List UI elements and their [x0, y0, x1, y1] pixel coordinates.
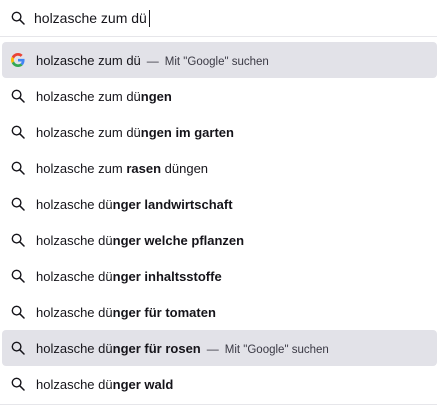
search-icon: [11, 377, 25, 391]
suggestion-row[interactable]: holzasche dünger landwirtschaft: [2, 186, 437, 222]
suggestion-completion: rasen: [126, 160, 162, 176]
search-bar[interactable]: holzasche zum dü: [0, 0, 437, 37]
google-icon: [11, 53, 25, 67]
suggestion-text: holzasche dünger landwirtschaft: [36, 197, 437, 212]
search-icon: [11, 269, 25, 283]
suggestion-completion: nger für rosen: [112, 340, 201, 356]
suggestion-text: holzasche zum düngen im garten: [36, 125, 437, 140]
search-icon: [11, 305, 25, 319]
suggestion-completion: nger inhaltsstoffe: [112, 268, 222, 284]
suggestion-prefix: holzasche dü: [36, 304, 113, 320]
suggestion-row[interactable]: holzasche dünger wald: [2, 366, 437, 402]
search-icon: [11, 89, 25, 103]
suggestion-list: holzasche zum dü — Mit "Google" suchen holz…: [0, 42, 437, 402]
search-icon: [11, 341, 25, 355]
suggestion-prefix: holzasche dü: [36, 232, 113, 248]
suggestion-completion: nger landwirtschaft: [112, 196, 233, 212]
suggestion-completion: ngen: [140, 88, 172, 104]
suggestion-completion: nger welche pflanzen: [112, 232, 245, 248]
suggestion-row[interactable]: holzasche zum dü — Mit "Google" suchen: [2, 42, 437, 78]
suggestion-text: holzasche dünger für tomaten: [36, 305, 437, 320]
search-icon: [11, 11, 25, 25]
suggestion-completion: nger wald: [112, 376, 174, 392]
action-separator: —: [146, 53, 159, 68]
suggestion-text: holzasche dünger für rosen — Mit "Google" …: [36, 341, 437, 356]
suggestion-text: holzasche dünger wald: [36, 377, 437, 392]
suggestion-prefix: holzasche dü: [36, 340, 113, 356]
suggestion-completion: ngen im garten: [140, 124, 234, 140]
suggestion-completion: nger für tomaten: [112, 304, 216, 320]
suggestion-row[interactable]: holzasche dünger für rosen — Mit "Google" …: [2, 330, 437, 366]
divider: [0, 404, 437, 405]
suggestion-prefix: holzasche dü: [36, 196, 113, 212]
suggestion-row[interactable]: holzasche zum düngen: [2, 78, 437, 114]
search-input[interactable]: holzasche zum dü: [34, 10, 147, 26]
search-with-google-label: Mit "Google" suchen: [164, 55, 269, 68]
suggestion-prefix: holzasche zum dü: [36, 52, 141, 68]
text-caret: [148, 9, 150, 27]
suggestion-row[interactable]: holzasche dünger für tomaten: [2, 294, 437, 330]
suggestion-prefix: holzasche zum dü: [36, 124, 141, 140]
suggestion-text: holzasche zum dü — Mit "Google" suchen: [36, 53, 437, 68]
suggestion-text: holzasche dünger welche pflanzen: [36, 233, 437, 248]
suggestion-row[interactable]: holzasche zum rasen düngen: [2, 150, 437, 186]
search-icon: [11, 125, 25, 139]
suggestion-suffix: düngen: [161, 160, 209, 176]
suggestion-prefix: holzasche dü: [36, 376, 113, 392]
suggestion-text: holzasche dünger inhaltsstoffe: [36, 269, 437, 284]
suggestion-row[interactable]: holzasche zum düngen im garten: [2, 114, 437, 150]
search-with-google-label: Mit "Google" suchen: [224, 343, 329, 356]
search-icon: [11, 161, 25, 175]
suggestion-prefix: holzasche zum: [36, 160, 127, 176]
action-separator: —: [206, 341, 219, 356]
search-icon: [11, 233, 25, 247]
search-icon: [11, 197, 25, 211]
suggestion-row[interactable]: holzasche dünger welche pflanzen: [2, 222, 437, 258]
suggestion-row[interactable]: holzasche dünger inhaltsstoffe: [2, 258, 437, 294]
suggestion-text: holzasche zum rasen düngen: [36, 161, 437, 176]
suggestion-text: holzasche zum düngen: [36, 89, 437, 104]
suggestion-prefix: holzasche zum dü: [36, 88, 141, 104]
suggestion-prefix: holzasche dü: [36, 268, 113, 284]
